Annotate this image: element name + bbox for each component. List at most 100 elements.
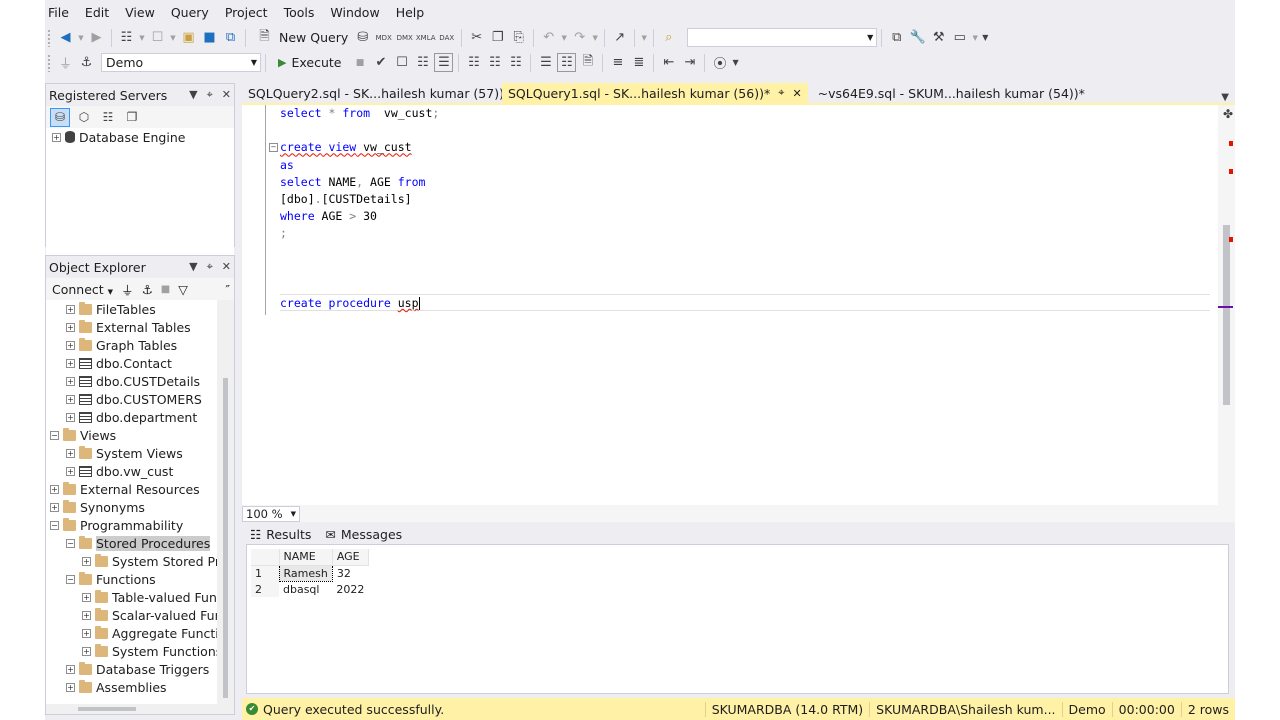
- split-icon[interactable]: ✤: [1223, 107, 1233, 121]
- table-row[interactable]: 2 dbasql 2022: [251, 581, 368, 597]
- tab-query-3[interactable]: ~vs64E9.sql - SKUM...hailesh kumar (54))…: [812, 83, 1091, 103]
- tab-messages[interactable]: ✉ Messages: [325, 527, 402, 542]
- comment-out-icon[interactable]: ≡: [608, 53, 627, 72]
- undo-icon[interactable]: ↶: [539, 28, 558, 47]
- tree-node[interactable]: + Table-valued Functi: [46, 588, 234, 606]
- include-actual-plan-icon[interactable]: ☷: [464, 53, 483, 72]
- menu-view[interactable]: View: [117, 0, 163, 26]
- activity-monitor-icon[interactable]: ↗: [610, 28, 629, 47]
- database-engine-icon[interactable]: ⛁: [50, 107, 70, 127]
- tree-node[interactable]: + External Resources: [46, 480, 234, 498]
- column-header-age[interactable]: AGE: [332, 549, 369, 566]
- object-explorer-icon[interactable]: ⧉: [887, 28, 906, 47]
- tree-horizontal-scrollbar[interactable]: [46, 704, 218, 714]
- tree-node[interactable]: + Synonyms: [46, 498, 234, 516]
- back-icon[interactable]: ◀: [56, 28, 75, 47]
- code-line[interactable]: [280, 122, 1210, 139]
- tree-node[interactable]: + dbo.Contact: [46, 354, 234, 372]
- filter-icon[interactable]: ▽: [178, 282, 188, 297]
- expand-toggle[interactable]: +: [52, 132, 61, 142]
- disconnect-icon[interactable]: ⚓: [142, 282, 153, 297]
- cut-icon[interactable]: ✂: [467, 28, 486, 47]
- display-plan-icon[interactable]: ☐: [392, 53, 411, 72]
- tree-node[interactable]: + Assemblies: [46, 678, 234, 696]
- collapse-toggle[interactable]: −: [50, 520, 59, 530]
- find-combo[interactable]: ▼: [687, 28, 878, 47]
- expand-toggle[interactable]: +: [82, 556, 91, 566]
- grid-corner[interactable]: [251, 549, 280, 566]
- code-line[interactable]: [280, 277, 1210, 294]
- chevron-down-icon[interactable]: ▼: [189, 260, 197, 274]
- parse-check-icon[interactable]: ✔: [371, 53, 390, 72]
- grid-cell[interactable]: Ramesh: [278, 564, 333, 582]
- analysis-services-icon[interactable]: ⬡: [74, 108, 94, 127]
- client-statistics-icon[interactable]: ☷: [506, 53, 525, 72]
- close-icon[interactable]: ✕: [792, 87, 801, 100]
- properties-wrench-icon[interactable]: 🔧: [908, 28, 927, 47]
- pin-icon[interactable]: ⌖: [207, 88, 213, 102]
- intellisense-icon[interactable]: ☰: [434, 53, 454, 72]
- scroll-thumb[interactable]: [223, 378, 228, 698]
- expand-toggle[interactable]: +: [82, 628, 91, 638]
- expand-toggle[interactable]: +: [66, 664, 75, 674]
- code-line[interactable]: [dbo].[CUSTDetails]: [280, 191, 1210, 208]
- code-line[interactable]: where AGE > 30: [280, 208, 1210, 225]
- expand-toggle[interactable]: +: [66, 322, 75, 332]
- expand-toggle[interactable]: +: [66, 358, 75, 368]
- available-databases-select[interactable]: Demo ▼: [101, 53, 261, 72]
- tree-node[interactable]: + Graph Tables: [46, 336, 234, 354]
- query-editor[interactable]: − select * from vw_cust; create view vw_…: [242, 103, 1235, 522]
- tree-node[interactable]: + dbo.CUSTDetails: [46, 372, 234, 390]
- menu-query[interactable]: Query: [163, 0, 217, 26]
- grid-cell[interactable]: dbasql: [279, 581, 332, 597]
- increase-indent-icon[interactable]: ⇥: [680, 53, 699, 72]
- refresh-icon[interactable]: ″: [225, 282, 230, 297]
- paste-icon[interactable]: ⎘: [509, 28, 528, 47]
- live-query-stats-icon[interactable]: ☷: [485, 53, 504, 72]
- chevron-down-icon[interactable]: ▼: [189, 88, 197, 102]
- pin-icon[interactable]: ⌖: [778, 86, 784, 100]
- menu-tools[interactable]: Tools: [276, 0, 323, 26]
- expand-toggle[interactable]: +: [50, 502, 59, 512]
- menu-project[interactable]: Project: [217, 0, 276, 26]
- code-line[interactable]: create procedure usp: [280, 294, 1210, 312]
- add-item-icon[interactable]: ☐: [148, 28, 167, 47]
- toolbar-overflow-icon[interactable]: ▼: [732, 58, 738, 67]
- tree-node[interactable]: + Aggregate Function: [46, 624, 234, 642]
- collapse-toggle[interactable]: −: [66, 538, 75, 548]
- tab-query-1[interactable]: SQLQuery2.sql - SK...hailesh kumar (57)): [242, 83, 504, 103]
- tree-vertical-scrollbar[interactable]: [217, 300, 234, 714]
- code-line[interactable]: as: [280, 157, 1210, 174]
- close-icon[interactable]: ✕: [222, 260, 231, 274]
- scroll-thumb[interactable]: [78, 707, 136, 711]
- editor-vertical-scrollbar[interactable]: ✤: [1218, 105, 1235, 505]
- tab-results[interactable]: ☷ Results: [250, 527, 311, 542]
- tree-node[interactable]: + Scalar-valued Funct: [46, 606, 234, 624]
- close-icon[interactable]: ✕: [222, 88, 231, 102]
- uncomment-icon[interactable]: ≣: [629, 53, 648, 72]
- copy-icon[interactable]: ❐: [488, 28, 507, 47]
- column-header-name[interactable]: NAME: [279, 549, 333, 566]
- grid-cell[interactable]: 32: [332, 565, 368, 581]
- expand-toggle[interactable]: +: [50, 484, 59, 494]
- stop-icon[interactable]: ■: [161, 284, 170, 295]
- tree-node[interactable]: + System Stored Proce: [46, 552, 234, 570]
- tree-node[interactable]: + Database Triggers: [46, 660, 234, 678]
- code-line[interactable]: select NAME, AGE from: [280, 174, 1210, 191]
- zoom-select[interactable]: 100 % ▼: [242, 505, 300, 522]
- reporting-services-icon[interactable]: ☷: [98, 108, 118, 127]
- decrease-indent-icon[interactable]: ⇤: [659, 53, 678, 72]
- expand-toggle[interactable]: +: [82, 646, 91, 656]
- tree-node[interactable]: + System Views: [46, 444, 234, 462]
- chevron-down-icon[interactable]: ▼: [77, 28, 85, 47]
- toolbox-icon[interactable]: ⚒: [929, 28, 948, 47]
- save-icon[interactable]: ■: [200, 28, 219, 47]
- chevron-down-icon[interactable]: ▼: [971, 28, 979, 47]
- tree-node[interactable]: − Programmability: [46, 516, 234, 534]
- tree-node-database-engine[interactable]: + Database Engine: [46, 128, 234, 146]
- code-line[interactable]: select * from vw_cust;: [280, 105, 1210, 122]
- toolbar-grip[interactable]: [47, 53, 51, 72]
- chevron-down-icon[interactable]: ▼: [1221, 92, 1229, 103]
- open-folder-icon[interactable]: ▣: [179, 28, 198, 47]
- menu-file[interactable]: File: [45, 0, 77, 26]
